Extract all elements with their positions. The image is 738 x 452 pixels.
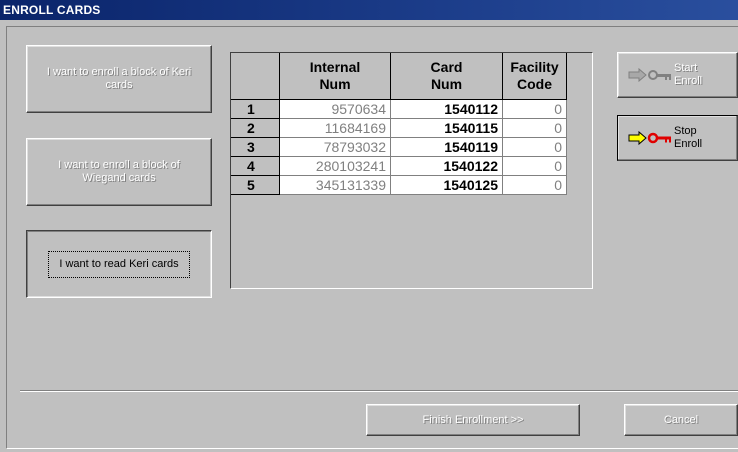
table-row[interactable]: 3 78793032 1540119 0 <box>231 137 567 157</box>
corner-header <box>231 53 280 100</box>
internal-num-cell[interactable]: 345131339 <box>279 175 391 195</box>
read-keri-label: I want to read Keri cards <box>48 250 190 278</box>
title-bar: ENROLL CARDS <box>0 0 738 20</box>
table-row[interactable]: 4 280103241 1540122 0 <box>231 156 567 176</box>
row-index-cell[interactable]: 5 <box>231 175 280 195</box>
internal-num-cell[interactable]: 9570634 <box>279 99 391 119</box>
cancel-label: Cancel <box>663 413 699 426</box>
enroll-wiegand-block-button[interactable]: I want to enroll a block of Wiegand card… <box>26 138 212 206</box>
enroll-keri-label: I want to enroll a block of Keri cards <box>46 66 192 91</box>
card-num-cell[interactable]: 1540122 <box>390 156 503 176</box>
row-index-cell[interactable]: 3 <box>231 137 280 157</box>
enroll-keri-block-button[interactable]: I want to enroll a block of Keri cards <box>26 45 212 113</box>
yellow-arrow-red-key-icon <box>628 130 672 146</box>
card-num-cell[interactable]: 1540115 <box>390 118 503 138</box>
start-enroll-label: Start Enroll <box>674 62 703 87</box>
read-keri-button[interactable]: I want to read Keri cards <box>26 230 212 298</box>
finish-enrollment-label: Finish Enrollment >> <box>422 413 524 426</box>
row-index-cell[interactable]: 4 <box>231 156 280 176</box>
internal-num-cell[interactable]: 11684169 <box>279 118 391 138</box>
card-num-cell[interactable]: 1540112 <box>390 99 503 119</box>
facility-code-cell[interactable]: 0 <box>502 137 567 157</box>
facility-code-cell[interactable]: 0 <box>502 156 567 176</box>
row-index-cell[interactable]: 1 <box>231 99 280 119</box>
column-header-card-num[interactable]: Card Num <box>390 53 503 100</box>
enroll-wiegand-label: I want to enroll a block of Wiegand card… <box>58 159 180 184</box>
internal-num-cell[interactable]: 78793032 <box>279 137 391 157</box>
cards-table: Internal Num Card Num Facility Code 1 957… <box>231 53 567 195</box>
facility-code-cell[interactable]: 0 <box>502 175 567 195</box>
cancel-button[interactable]: Cancel <box>624 404 738 436</box>
start-enroll-button[interactable]: Start Enroll <box>617 52 738 98</box>
finish-enrollment-button[interactable]: Finish Enrollment >> <box>366 404 580 436</box>
row-index-cell[interactable]: 2 <box>231 118 280 138</box>
column-header-internal-num[interactable]: Internal Num <box>279 53 391 100</box>
column-header-facility-code[interactable]: Facility Code <box>502 53 567 100</box>
internal-num-cell[interactable]: 280103241 <box>279 156 391 176</box>
stop-enroll-button[interactable]: Stop Enroll <box>617 115 738 161</box>
stop-enroll-label: Stop Enroll <box>674 125 703 150</box>
table-row[interactable]: 1 9570634 1540112 0 <box>231 99 567 119</box>
table-row[interactable]: 2 11684169 1540115 0 <box>231 118 567 138</box>
facility-code-cell[interactable]: 0 <box>502 118 567 138</box>
card-num-cell[interactable]: 1540125 <box>390 175 503 195</box>
window-title: ENROLL CARDS <box>3 3 101 17</box>
card-num-cell[interactable]: 1540119 <box>390 137 503 157</box>
footer-separator <box>20 390 738 392</box>
table-row[interactable]: 5 345131339 1540125 0 <box>231 175 567 195</box>
facility-code-cell[interactable]: 0 <box>502 99 567 119</box>
cards-grid[interactable]: Internal Num Card Num Facility Code 1 957… <box>230 52 593 289</box>
gray-arrow-key-icon <box>628 67 672 83</box>
